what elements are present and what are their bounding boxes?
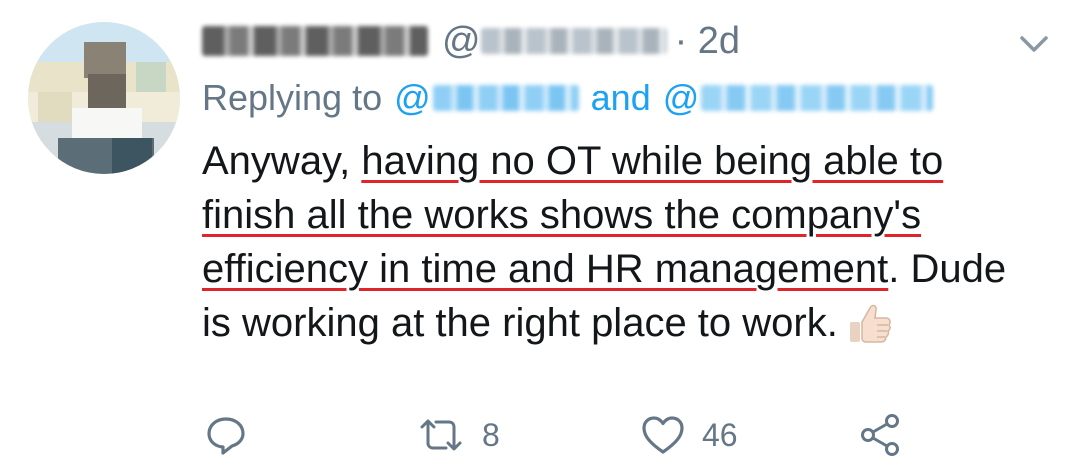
tweet-text-underlined: efficiency in time and HR management [202, 247, 889, 291]
display-name-redacted[interactable] [202, 26, 428, 56]
reply-bubble-icon [204, 413, 248, 457]
like-count: 46 [702, 416, 738, 453]
tweet-text-line-3: efficiency in time and HR management. Du… [202, 242, 1062, 296]
avatar[interactable] [28, 22, 180, 174]
mention-at-2[interactable]: @ [663, 77, 700, 119]
reply-button[interactable] [204, 410, 248, 460]
heart-icon [640, 413, 686, 457]
mention-1-redacted[interactable] [432, 85, 579, 111]
like-button[interactable]: 46 [640, 410, 738, 460]
tweet-text-line-1: Anyway, having no OT while being able to [202, 134, 1062, 188]
tweet-text-line-4: is working at the right place to work. [202, 296, 1062, 350]
mention-connector: and [590, 77, 651, 118]
tweet-text-plain: is working at the right place to work. [202, 301, 838, 345]
retweet-icon [416, 413, 466, 457]
tweet-text-plain: . Dude [888, 247, 1007, 291]
tweet-text-underlined: having no OT while being able to [361, 139, 944, 183]
mention-2-redacted[interactable] [701, 85, 934, 111]
share-button[interactable] [858, 410, 904, 460]
replying-to: Replying to @ and @ [202, 74, 934, 122]
chevron-down-icon[interactable] [1014, 26, 1054, 62]
timestamp[interactable]: · 2d [675, 20, 740, 63]
retweet-count: 8 [482, 416, 500, 453]
mention-at-1[interactable]: @ [394, 77, 431, 119]
tweet-actions: 8 46 [0, 410, 1080, 460]
tweet-header: @ · 2d [202, 16, 740, 66]
share-icon [858, 412, 904, 458]
retweet-button[interactable]: 8 [416, 410, 500, 460]
tweet-text: Anyway, having no OT while being able to… [202, 134, 1062, 350]
tweet-text-plain: Anyway, [202, 139, 362, 183]
handle-at-sign: @ [442, 19, 481, 62]
replying-to-label: Replying to [202, 77, 383, 118]
handle-redacted[interactable] [480, 28, 667, 54]
thumbs-up-icon [848, 300, 894, 346]
tweet-text-underlined: finish all the works shows the company's [202, 193, 922, 237]
tweet-text-line-2: finish all the works shows the company's [202, 188, 1062, 242]
